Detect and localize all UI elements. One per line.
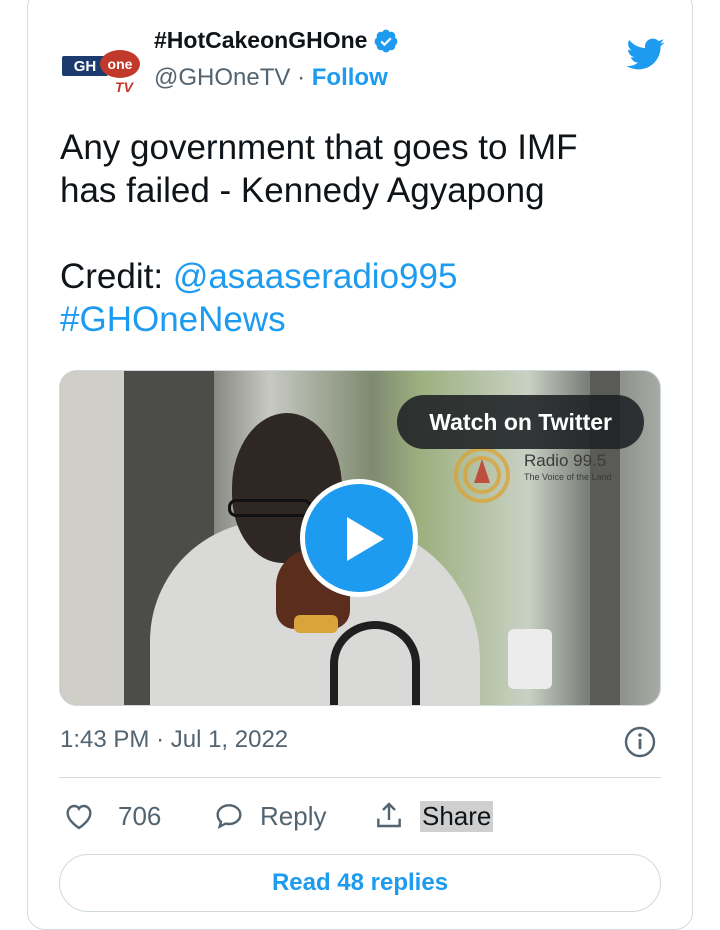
play-button[interactable] <box>300 479 418 597</box>
account-name-row[interactable]: #HotCakeonGHOne <box>154 27 399 54</box>
avatar-text-one: one <box>108 56 133 72</box>
timestamp-separator: · <box>156 726 165 753</box>
radio-tagline: The Voice of the Land <box>524 472 612 482</box>
tweet-text-line-2: has failed - Kennedy Agyapong <box>60 171 545 210</box>
radio-logo: Radio 99.5 The Voice of the Land <box>452 447 628 503</box>
avatar-text-gh: GH <box>74 58 97 75</box>
account-handle[interactable]: @GHOneTV <box>154 64 290 91</box>
credit-label: Credit: <box>60 257 173 296</box>
tweet-text-spacer <box>60 212 660 255</box>
divider <box>59 777 661 778</box>
twitter-bird-icon[interactable] <box>622 34 668 74</box>
microphone-base <box>294 615 338 633</box>
heart-icon <box>66 804 92 830</box>
tweet-date: Jul 1, 2022 <box>170 726 289 753</box>
scene-window <box>60 371 124 705</box>
share-icon <box>377 802 401 828</box>
tweet-timestamp[interactable]: 1:43 PM · Jul 1, 2022 <box>60 726 288 754</box>
avatar-text-tv: TV <box>115 79 135 95</box>
account-avatar[interactable]: GH one TV <box>58 34 142 104</box>
credit-handle-link[interactable]: @asaaseradio995 <box>173 257 458 296</box>
follow-button[interactable]: Follow <box>312 64 388 91</box>
reply-button[interactable]: Reply <box>212 796 326 836</box>
verified-badge-icon <box>375 29 398 52</box>
reply-label: Reply <box>260 800 327 831</box>
share-button[interactable]: Share <box>372 796 494 836</box>
tweet-time: 1:43 PM <box>60 726 150 753</box>
watch-on-twitter-button[interactable]: Watch on Twitter <box>397 395 644 449</box>
like-button[interactable]: 706 <box>62 796 161 836</box>
tweet-text-line-1: Any government that goes to IMF <box>60 128 578 167</box>
share-label: Share <box>420 800 494 832</box>
radio-logo-icon <box>454 447 510 503</box>
reply-bubble-icon <box>216 804 242 830</box>
info-icon[interactable] <box>624 726 656 758</box>
hashtag-link[interactable]: #GHOneNews <box>60 298 660 341</box>
tweet-credit-line: Credit: @asaaseradio995 <box>60 255 660 298</box>
handle-separator: · <box>297 64 306 91</box>
person-glasses <box>228 499 312 517</box>
account-name[interactable]: #HotCakeonGHOne <box>154 27 367 54</box>
handle-row: @GHOneTV · Follow <box>154 64 388 92</box>
tweet-header: GH one TV #HotCakeonGHOne @GHOneTV · Fol… <box>58 26 668 106</box>
tweet-text: Any government that goes to IMF has fail… <box>60 126 660 341</box>
read-replies-button[interactable]: Read 48 replies <box>59 854 661 912</box>
mug <box>508 629 552 689</box>
tweet-actions: 706 Reply Share <box>62 796 662 836</box>
radio-name: Radio 99.5 <box>524 451 607 470</box>
headphones <box>330 621 420 705</box>
video-player[interactable]: Radio 99.5 The Voice of the Land Watch o… <box>59 370 661 706</box>
like-count: 706 <box>118 800 162 831</box>
play-icon <box>347 517 384 561</box>
